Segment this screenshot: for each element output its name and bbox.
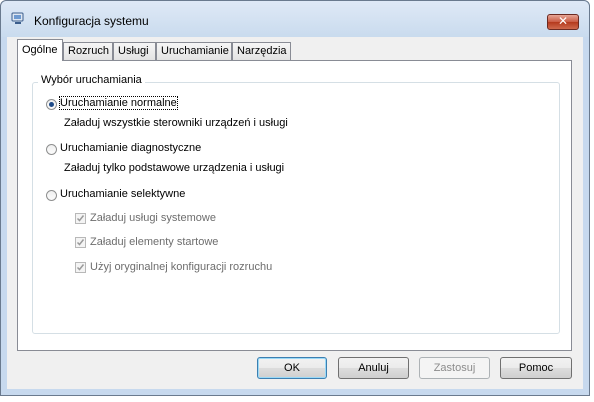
checkmark-icon [76, 239, 85, 246]
normal-startup-description: Załaduj wszystkie sterowniki urządzeń i … [64, 117, 288, 129]
msconfig-app-icon [11, 12, 24, 24]
diagnostic-startup-description: Załaduj tylko podstawowe urządzenia i us… [64, 162, 285, 174]
close-button[interactable]: ✕ [547, 14, 579, 30]
tab-boot[interactable]: Rozruch [63, 42, 113, 60]
general-tab-panel: Wybór uruchamiania Uruchamianie normalne… [17, 60, 572, 351]
window-title: Konfiguracja systemu [34, 14, 149, 28]
use-original-boot-config-checkbox[interactable] [75, 262, 86, 273]
normal-startup-label[interactable]: Uruchamianie normalne [59, 96, 178, 110]
diagnostic-startup-radio[interactable] [46, 144, 57, 155]
checkmark-icon [76, 264, 85, 271]
help-button[interactable]: Pomoc [500, 357, 572, 379]
tab-services[interactable]: Usługi [113, 42, 156, 60]
load-system-services-label: Załaduj usługi systemowe [90, 212, 216, 224]
checkmark-icon [76, 215, 85, 222]
tab-startup[interactable]: Uruchamianie [156, 42, 232, 60]
diagnostic-startup-label[interactable]: Uruchamianie diagnostyczne [60, 142, 201, 154]
title-bar[interactable]: Konfiguracja systemu ✕ [1, 1, 589, 37]
use-original-boot-config-label: Użyj oryginalnej konfiguracji rozruchu [90, 261, 273, 273]
load-startup-items-label: Załaduj elementy startowe [90, 236, 219, 248]
cancel-button[interactable]: Anuluj [338, 357, 409, 379]
system-configuration-window: Konfiguracja systemu ✕ Ogólne Rozruch Us… [0, 0, 590, 396]
tab-tools-label: Narzędzia [237, 45, 287, 57]
tab-services-label: Usługi [118, 45, 149, 57]
tab-general-label: Ogólne [22, 44, 58, 56]
selective-startup-radio[interactable] [46, 190, 57, 201]
tab-general[interactable]: Ogólne [17, 39, 63, 61]
load-startup-items-checkbox[interactable] [75, 237, 86, 248]
tab-tools[interactable]: Narzędzia [232, 42, 291, 60]
tab-startup-label: Uruchamianie [161, 45, 229, 57]
normal-startup-radio[interactable] [46, 99, 57, 110]
close-icon: ✕ [557, 14, 569, 28]
dialog-client-area: Ogólne Rozruch Usługi Uruchamianie Narzę… [7, 37, 583, 389]
ok-button[interactable]: OK [257, 357, 327, 379]
tab-boot-label: Rozruch [68, 45, 109, 57]
load-system-services-checkbox[interactable] [75, 213, 86, 224]
startup-selection-title: Wybór uruchamiania [38, 74, 145, 86]
selective-startup-label[interactable]: Uruchamianie selektywne [60, 188, 185, 200]
apply-button[interactable]: Zastosuj [419, 357, 490, 379]
